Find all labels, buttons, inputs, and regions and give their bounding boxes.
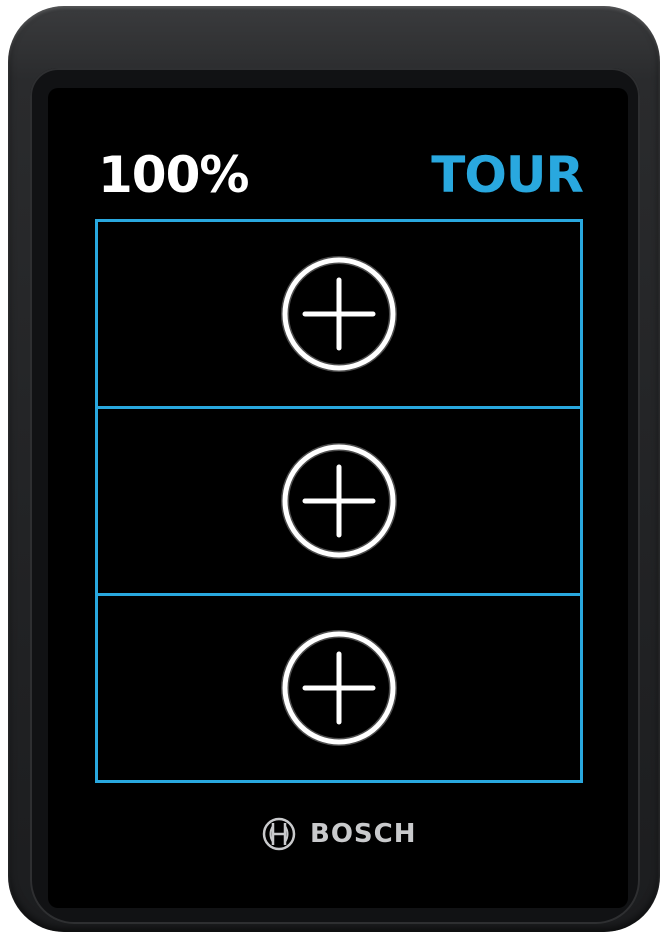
data-tile-1[interactable] bbox=[95, 219, 583, 409]
brand-mark: BOSCH bbox=[262, 816, 417, 852]
add-circle-icon[interactable] bbox=[278, 440, 400, 562]
add-circle-icon[interactable] bbox=[278, 627, 400, 749]
brand-name: BOSCH bbox=[310, 819, 417, 849]
battery-level: 100% bbox=[98, 146, 249, 204]
data-tile-2[interactable] bbox=[95, 406, 583, 596]
add-circle-icon[interactable] bbox=[278, 253, 400, 375]
status-bar: 100% TOUR bbox=[95, 137, 585, 219]
assist-mode[interactable]: TOUR bbox=[431, 143, 584, 207]
bosch-armature-icon bbox=[262, 817, 296, 851]
data-tile-3[interactable] bbox=[95, 593, 583, 783]
